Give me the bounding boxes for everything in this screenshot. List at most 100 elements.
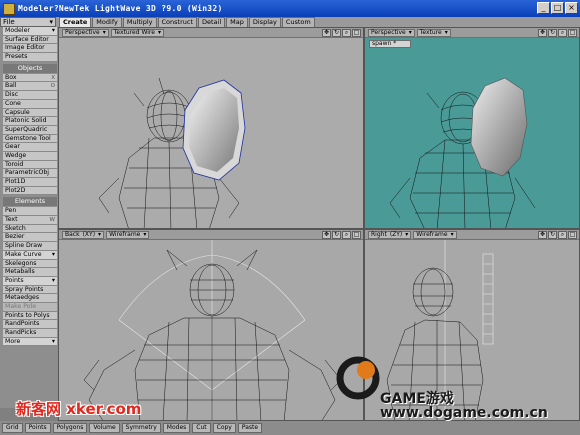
- sidebar-item-capsule[interactable]: Capsule: [3, 108, 57, 118]
- view-type-dropdown[interactable]: Right (ZY) ▾: [368, 230, 412, 239]
- zoom-icon[interactable]: ⌕: [342, 29, 351, 37]
- sidebar-item-label: Presets: [5, 53, 28, 61]
- tab-map[interactable]: Map: [226, 17, 248, 27]
- sidebar-item-label: Text: [5, 216, 18, 224]
- toolbox-sidebar: Modeler ▾ Surface Editor Image Editor Preset…: [0, 27, 58, 408]
- sidebar-item-label: Surface Editor: [5, 35, 49, 43]
- sidebar-item-randpicks[interactable]: RandPicks: [3, 329, 57, 338]
- render-mode-dropdown[interactable]: Texture ▾: [416, 28, 451, 37]
- sidebar-item-text[interactable]: Text W: [3, 216, 57, 225]
- sidebar-item-metaballs[interactable]: Metaballs: [3, 268, 57, 277]
- bottom-modes-button[interactable]: Modes: [162, 423, 191, 433]
- menu-tab-row: File ▾ Create Modify Multiply Construct Deta…: [0, 17, 580, 27]
- sidebar-item-pen[interactable]: Pen: [3, 207, 57, 217]
- sidebar-item-superquadric[interactable]: SuperQuadric: [3, 125, 57, 135]
- sidebar-item-surface-editor[interactable]: Surface Editor: [3, 35, 57, 45]
- dogame-url-watermark: www.dogame.com.cn: [380, 405, 548, 421]
- bottom-points-button[interactable]: Points: [24, 423, 51, 433]
- sidebar-item-label: Pen: [5, 207, 17, 215]
- sidebar-item-spray-points[interactable]: Spray Points: [3, 285, 57, 295]
- sidebar-item-sketch[interactable]: Sketch: [3, 224, 57, 234]
- file-label: File: [3, 18, 15, 26]
- move-icon[interactable]: ✥: [322, 29, 331, 37]
- rotate-icon[interactable]: ↻: [548, 29, 557, 37]
- tab-construct[interactable]: Construct: [157, 17, 197, 27]
- bottom-paste-button[interactable]: Paste: [237, 423, 263, 433]
- view-type-dropdown[interactable]: Perspective ▾: [62, 28, 109, 37]
- move-icon[interactable]: ✥: [538, 29, 547, 37]
- render-mode-dropdown[interactable]: Wireframe ▾: [413, 230, 457, 239]
- sidebar-item-toroid[interactable]: Toroid: [3, 160, 57, 170]
- tab-display[interactable]: Display: [248, 17, 281, 27]
- rotate-icon[interactable]: ↻: [548, 231, 557, 239]
- sidebar-item-platonic-solid[interactable]: Platonic Solid: [3, 117, 57, 126]
- viewport-top-right[interactable]: Perspective ▾ Texture ▾ ✥ ↻ ⌕ □ spawn *: [364, 27, 580, 229]
- render-mode-dropdown[interactable]: Textured Wire ▾: [110, 28, 164, 37]
- bottom-copy-button[interactable]: Copy: [212, 423, 236, 433]
- sidebar-item-points[interactable]: Points ▾: [3, 276, 57, 286]
- sidebar-item-box[interactable]: Box X: [3, 73, 57, 83]
- file-menu-button[interactable]: File ▾: [0, 17, 56, 27]
- tab-detail[interactable]: Detail: [198, 17, 226, 27]
- sidebar-item-parametricobj[interactable]: ParametricObj: [3, 169, 57, 178]
- render-mode-dropdown[interactable]: Wireframe ▾: [106, 230, 150, 239]
- tab-create[interactable]: Create: [59, 17, 92, 27]
- view-type-dropdown[interactable]: Back (XY) ▾: [62, 230, 105, 239]
- sidebar-item-points-to-polys[interactable]: Points to Polys: [3, 311, 57, 321]
- bottom-symmetry-button[interactable]: Symmetry: [121, 423, 161, 433]
- sidebar-item-presets[interactable]: Presets: [3, 53, 57, 62]
- zoom-icon[interactable]: ⌕: [558, 29, 567, 37]
- sidebar-item-plot1d[interactable]: Plot1D: [3, 178, 57, 187]
- rotate-icon[interactable]: ↻: [332, 231, 341, 239]
- bottom-polygons-button[interactable]: Polygons: [52, 423, 88, 433]
- sidebar-item-ball[interactable]: Ball O: [3, 82, 57, 92]
- dogame-logo: [336, 356, 380, 400]
- tab-custom[interactable]: Custom: [281, 17, 315, 27]
- sidebar-item-more[interactable]: More ▾: [3, 337, 57, 347]
- sidebar-item-skelegons[interactable]: Skelegons: [3, 259, 57, 269]
- maximize-viewport-icon[interactable]: □: [352, 29, 361, 37]
- zoom-icon[interactable]: ⌕: [342, 231, 351, 239]
- close-button[interactable]: ×: [565, 2, 578, 14]
- sidebar-item-bezier[interactable]: Bezier: [3, 233, 57, 243]
- bottom-volume-button[interactable]: Volume: [89, 423, 120, 433]
- move-icon[interactable]: ✥: [322, 231, 331, 239]
- maximize-viewport-icon[interactable]: □: [568, 29, 577, 37]
- sidebar-item-gemstone-tool[interactable]: Gemstone Tool: [3, 134, 57, 144]
- maximize-button[interactable]: □: [551, 2, 564, 14]
- chevron-down-icon: ▾: [102, 28, 106, 36]
- move-icon[interactable]: ✥: [538, 231, 547, 239]
- sidebar-item-label: Bezier: [5, 233, 25, 241]
- chevron-down-icon: ▾: [98, 230, 102, 238]
- minimize-button[interactable]: _: [537, 2, 550, 14]
- sidebar-item-spline-draw[interactable]: Spline Draw: [3, 242, 57, 251]
- maximize-viewport-icon[interactable]: □: [568, 231, 577, 239]
- bottom-cut-button[interactable]: Cut: [192, 423, 211, 433]
- sidebar-item-metaedges[interactable]: Metaedges: [3, 294, 57, 303]
- sidebar-item-modeler[interactable]: Modeler ▾: [3, 27, 57, 36]
- tab-multiply[interactable]: Multiply: [122, 17, 157, 27]
- sidebar-item-disc[interactable]: Disc: [3, 91, 57, 100]
- shortcut-key: X: [51, 74, 55, 81]
- view-type-dropdown[interactable]: Perspective ▾: [368, 28, 415, 37]
- sidebar-item-randpoints[interactable]: RandPoints: [3, 320, 57, 329]
- maximize-viewport-icon[interactable]: □: [352, 231, 361, 239]
- rotate-icon[interactable]: ↻: [332, 29, 341, 37]
- tab-modify[interactable]: Modify: [92, 17, 122, 27]
- wireframe-model-perspective: [98, 77, 246, 228]
- sidebar-item-wedge[interactable]: Wedge: [3, 151, 57, 161]
- sidebar-item-cone[interactable]: Cone: [3, 99, 57, 109]
- sidebar-item-gear[interactable]: Gear: [3, 143, 57, 152]
- sidebar-item-make-pole[interactable]: Make Pole: [3, 302, 57, 312]
- sidebar-item-plot2d[interactable]: Plot2D: [3, 186, 57, 196]
- viewport-top-left[interactable]: Perspective ▾ Textured Wire ▾ ✥ ↻ ⌕ □: [58, 27, 364, 229]
- sidebar-item-make-curve[interactable]: Make Curve ▾: [3, 250, 57, 260]
- zoom-icon[interactable]: ⌕: [558, 231, 567, 239]
- chevron-down-icon: ▾: [51, 337, 55, 345]
- chevron-down-icon: ▾: [405, 230, 409, 238]
- viewport-bottom-left[interactable]: Back (XY) ▾ Wireframe ▾ ✥ ↻ ⌕ □: [58, 229, 364, 421]
- xker-watermark: 新客网 xker.com: [16, 400, 142, 418]
- viewport-controls: ✥ ↻ ⌕ □: [538, 231, 577, 239]
- sidebar-item-image-editor[interactable]: Image Editor: [3, 44, 57, 54]
- bottom-grid-button[interactable]: Grid: [2, 423, 23, 433]
